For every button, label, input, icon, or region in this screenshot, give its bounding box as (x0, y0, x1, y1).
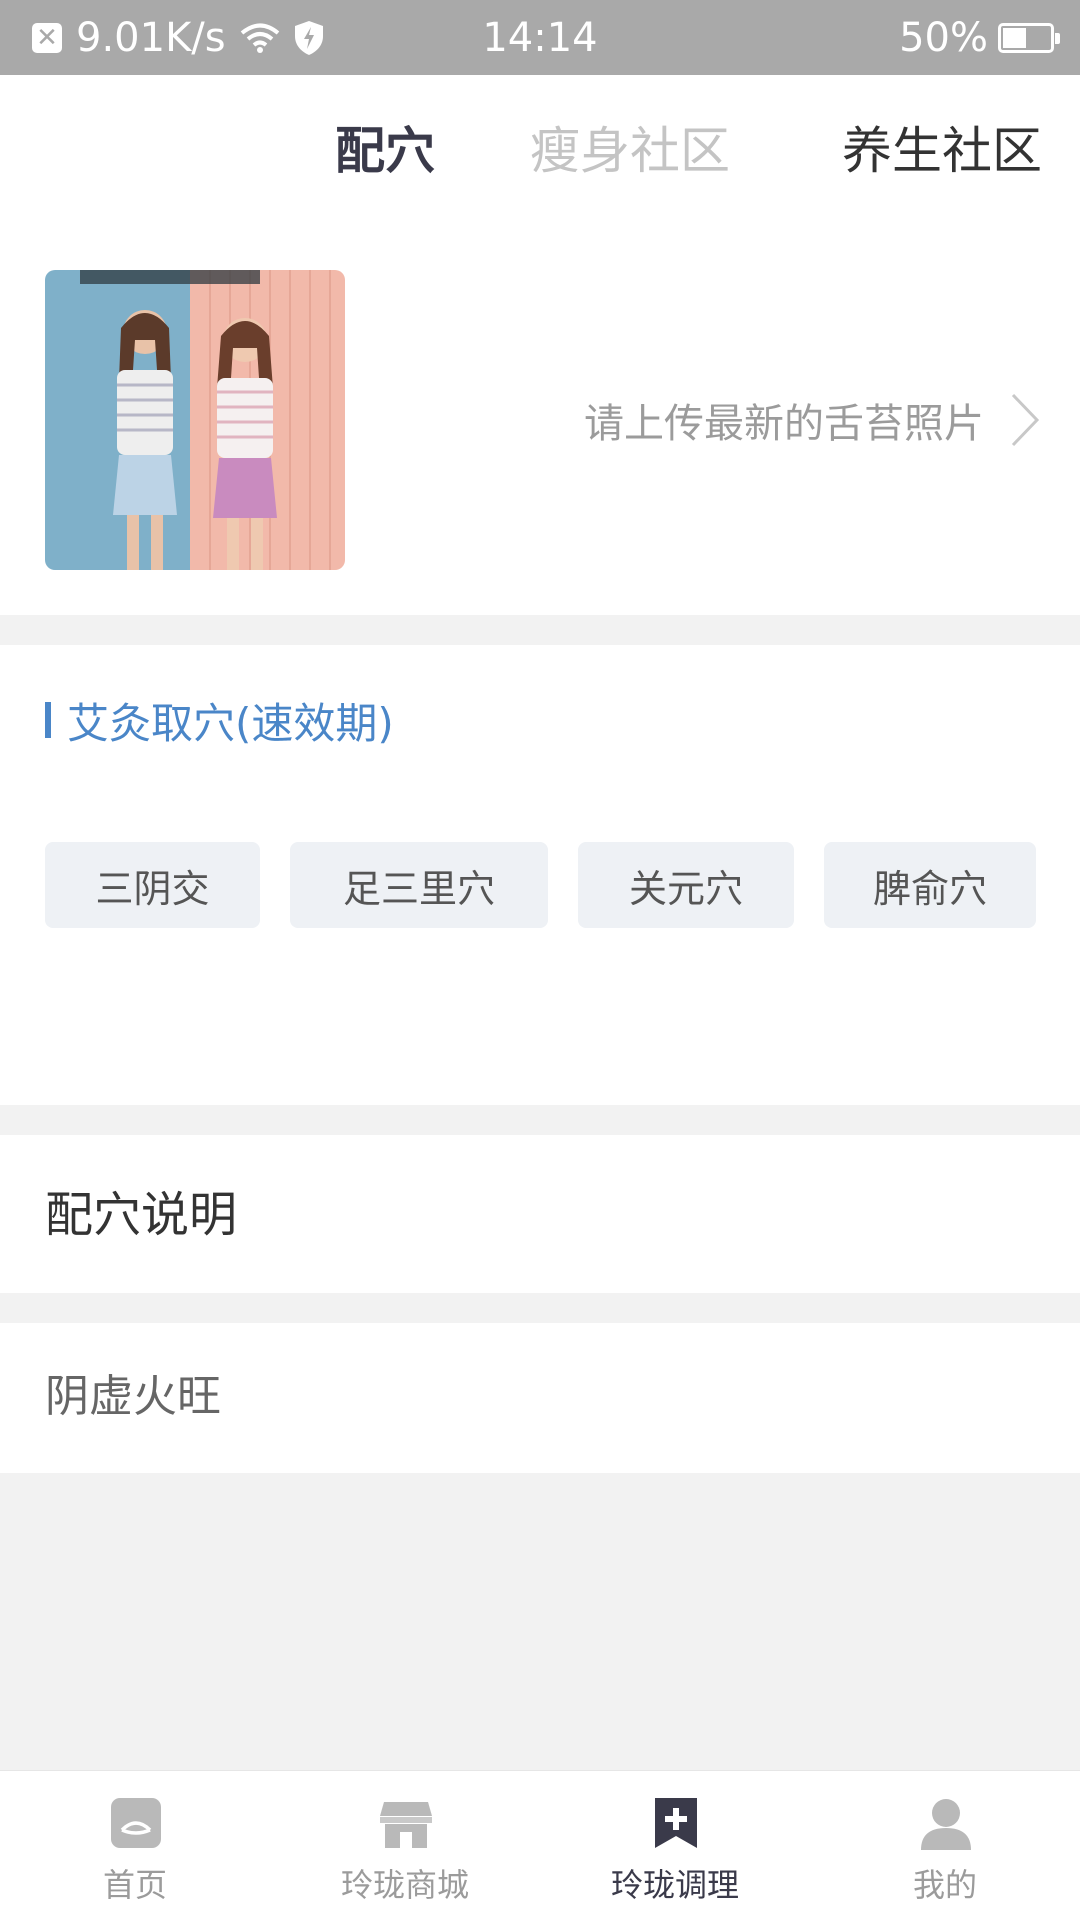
photo-image (45, 270, 345, 570)
upload-prompt: 请上传最新的舌苔照片 (584, 401, 984, 447)
bottom-tab-label: 首页 (102, 1866, 167, 1904)
chevron-right-icon (1011, 393, 1040, 447)
bottom-tab-label: 玲珑调理 (610, 1866, 739, 1904)
bookmark-plus-icon (655, 1798, 697, 1848)
acupoint-section-title: 艾灸取穴(速效期) (67, 698, 394, 748)
acupoint-chip[interactable]: 脾俞穴 (824, 842, 1036, 928)
acupoint-section-header: 艾灸取穴(速效期) (45, 695, 394, 748)
user-icon (921, 1799, 971, 1850)
description-section: 配穴说明 (0, 1135, 1080, 1293)
top-tab-bar: 配穴 瘦身社区 养生社区 (0, 75, 1080, 225)
bottom-tab-bar: 首页 玲珑商城 玲珑调理 我的 (0, 1770, 1080, 1920)
bottom-tab-home[interactable]: 首页 (0, 1771, 270, 1920)
tab-acupoint-pairing[interactable]: 配穴 (335, 121, 435, 181)
upload-section: 请上传最新的舌苔照片 (0, 225, 1080, 615)
condition-text: 阴虚火旺 (45, 1371, 221, 1422)
battery-nub (1055, 32, 1060, 44)
bottom-tab-store[interactable]: 玲珑商城 (270, 1771, 540, 1920)
description-title: 配穴说明 (45, 1187, 238, 1243)
section-accent-bar (45, 702, 51, 738)
tab-wellness-community[interactable]: 养生社区 (842, 121, 1042, 181)
upload-photo-link[interactable]: 请上传最新的舌苔照片 (584, 385, 1040, 455)
status-bar-right: 50% (899, 0, 1060, 75)
bottom-tab-therapy[interactable]: 玲珑调理 (540, 1771, 810, 1920)
battery-icon (998, 22, 1060, 53)
bottom-tab-label: 我的 (912, 1866, 977, 1904)
store-icon (380, 1802, 432, 1848)
home-icon (111, 1798, 161, 1848)
acupoint-section: 艾灸取穴(速效期) 三阴交 足三里穴 关元穴 脾俞穴 (0, 645, 1080, 1105)
bottom-tab-profile[interactable]: 我的 (810, 1771, 1080, 1920)
acupoint-chip[interactable]: 足三里穴 (290, 842, 548, 928)
acupoint-chip[interactable]: 三阴交 (45, 842, 260, 928)
bottom-tab-label: 玲珑商城 (340, 1866, 469, 1904)
acupoint-chip[interactable]: 关元穴 (578, 842, 794, 928)
battery-fill (1003, 27, 1026, 48)
condition-section: 阴虚火旺 (0, 1323, 1080, 1473)
tab-slimming-community[interactable]: 瘦身社区 (530, 121, 730, 181)
status-time: 14:14 (482, 14, 598, 61)
status-bar: ✕ 9.01K/s 14:14 50% (0, 0, 1080, 75)
tongue-photo-thumbnail[interactable] (45, 270, 345, 570)
battery-percent: 50% (899, 14, 988, 61)
